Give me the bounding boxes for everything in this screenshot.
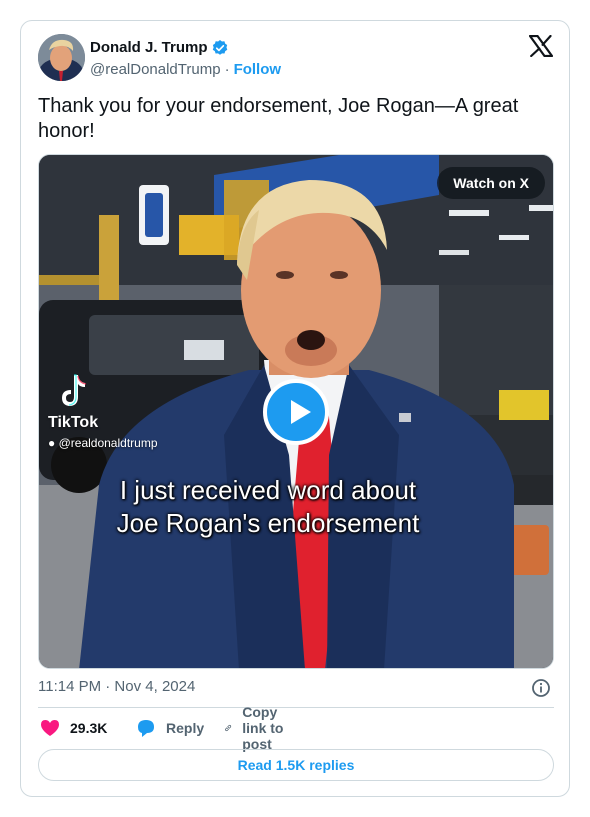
- separator: ·: [224, 61, 230, 78]
- tweet-text: Thank you for your endorsement, Joe Roga…: [38, 95, 519, 142]
- video-caption: I just received word about Joe Rogan's e…: [39, 474, 497, 540]
- tweet-timestamp[interactable]: 11:14 PM · Nov 4, 2024: [38, 678, 195, 695]
- like-button[interactable]: 29.3K: [40, 718, 107, 738]
- divider: [38, 707, 554, 708]
- tiktok-logo-icon: [62, 374, 87, 406]
- caption-line-1: I just received word about: [119, 475, 417, 505]
- link-icon: [225, 724, 232, 732]
- follow-button[interactable]: Follow: [234, 61, 282, 78]
- tiktok-label: TikTok: [48, 414, 99, 431]
- info-icon[interactable]: [531, 678, 551, 698]
- like-count: 29.3K: [70, 720, 108, 736]
- speech-bubble-icon: [138, 720, 154, 737]
- author-name[interactable]: Donald J. Trump: [90, 39, 208, 56]
- avatar[interactable]: [38, 34, 85, 81]
- x-logo-icon[interactable]: [529, 35, 553, 57]
- tiktok-username-text: @realdonaldtrump: [58, 436, 158, 450]
- tiktok-username: ● @realdonaldtrump: [48, 436, 158, 450]
- author-handle[interactable]: @realDonaldTrump: [90, 61, 221, 78]
- author-handle-row: @realDonaldTrump · Follow: [90, 61, 281, 78]
- tweet-card: Donald J. Trump @realDonaldTrump · Follow …: [20, 20, 570, 797]
- play-icon: [291, 400, 311, 424]
- verified-badge-icon: [212, 39, 228, 55]
- play-button[interactable]: [263, 379, 329, 445]
- read-replies-button[interactable]: Read 1.5K replies: [38, 749, 554, 781]
- watch-on-x-button[interactable]: Watch on X: [437, 167, 545, 199]
- caption-line-2: Joe Rogan's endorsement: [116, 508, 420, 538]
- reply-label: Reply: [166, 720, 205, 736]
- copy-link-button[interactable]: Copy link to post: [224, 704, 289, 752]
- video-player[interactable]: Watch on X TikTok ● @realdonaldtrump I j…: [38, 154, 554, 669]
- reply-button[interactable]: Reply: [136, 718, 204, 738]
- user-icon: ●: [48, 436, 56, 450]
- heart-icon: [41, 720, 59, 736]
- copy-link-label: Copy link to post: [242, 704, 284, 752]
